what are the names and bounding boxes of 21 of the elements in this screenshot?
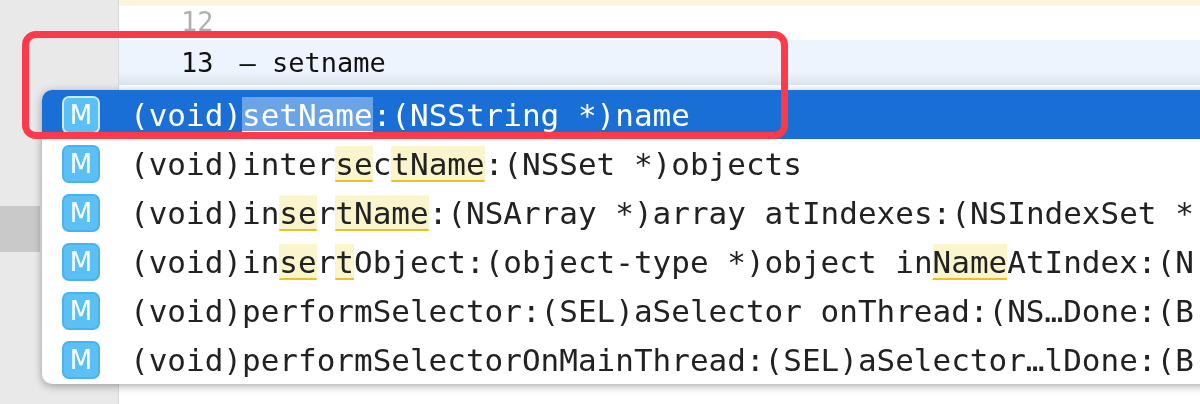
- completion-signature: (void)setName:(NSString *)name: [130, 96, 690, 133]
- completion-signature: (void)intersectName:(NSSet *)objects: [130, 145, 802, 182]
- line-number: 12: [181, 6, 214, 37]
- completion-signature: (void)performSelectorOnMainThread:(SEL)aSelector…lDone:(B: [130, 341, 1194, 378]
- line-number: 13: [181, 47, 214, 78]
- completion-item[interactable]: M (void)intersectName:(NSSet *)objects: [42, 139, 1200, 188]
- completion-signature: (void)inse rtObject:(object-type *)object inNameAtIndex:(N: [130, 243, 1194, 280]
- method-badge: M: [62, 144, 100, 183]
- completion-signature: (void)performSelector:(SEL)aSelector onThread:(NS…Done:(B: [130, 292, 1194, 329]
- method-badge: M: [62, 291, 100, 330]
- method-badge: M: [62, 193, 100, 232]
- completion-item[interactable]: M (void)performSelectorOnMainThread:(SEL)aSelector…lDone:(B: [42, 335, 1200, 384]
- method-badge: M: [62, 242, 100, 281]
- code-text: – setname: [239, 47, 386, 78]
- completion-item[interactable]: M (void)inse rtObject:(object-type *)object inNameAtIndex:(N: [42, 237, 1200, 286]
- method-badge: M: [62, 340, 100, 379]
- gutter-band: [0, 206, 40, 252]
- completion-item[interactable]: M (void)performSelector:(SEL)aSelector onThread:(NS…Done:(B: [42, 286, 1200, 335]
- method-badge: M: [62, 95, 100, 134]
- completion-signature: (void)inse rtName:(NSArray *)array atIndexes:(NSIndexSet *: [130, 194, 1194, 231]
- completion-item[interactable]: M (void)inse rtName:(NSArray *)array atIndexes:(NSIndexSet *: [42, 188, 1200, 237]
